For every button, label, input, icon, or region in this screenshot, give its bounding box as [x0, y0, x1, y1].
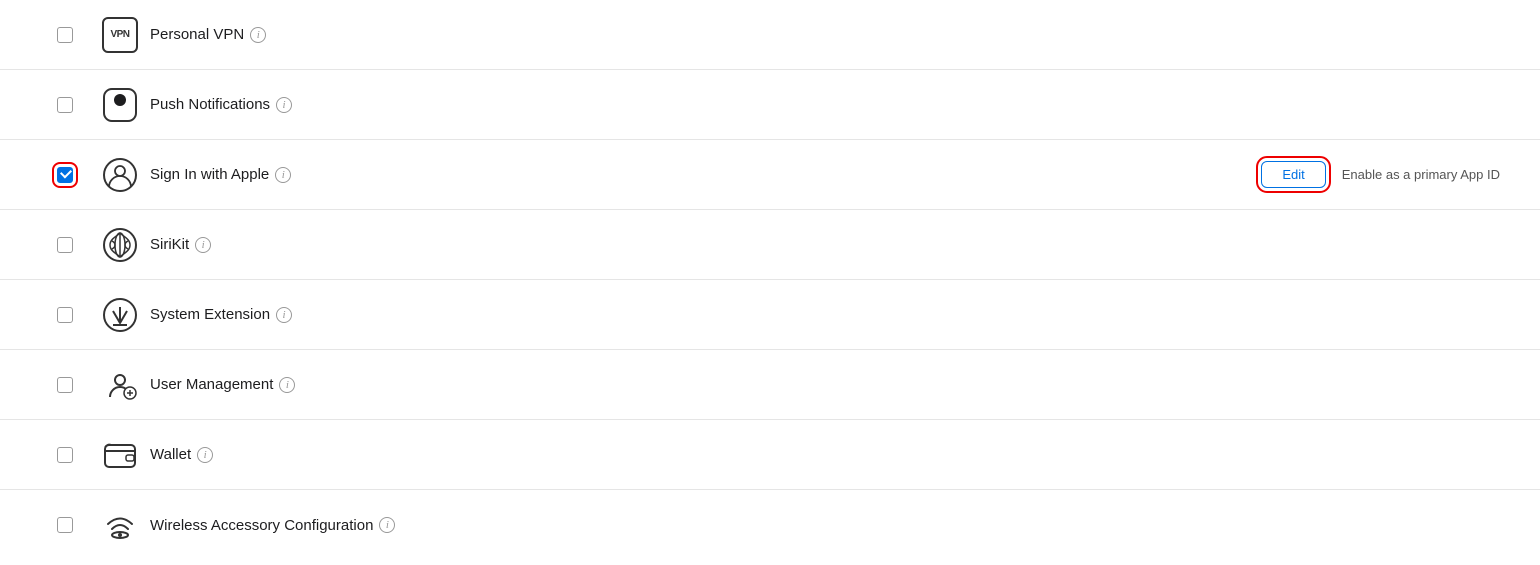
checkbox-system-extension[interactable]: [57, 307, 73, 323]
sirikit-icon: [102, 227, 138, 263]
info-icon-wallet[interactable]: i: [197, 447, 213, 463]
checkbox-cell-wallet: [40, 447, 90, 463]
system-extension-icon: [102, 297, 138, 333]
edit-button-sign-in-apple[interactable]: Edit: [1261, 161, 1325, 188]
info-icon-user-management[interactable]: i: [279, 377, 295, 393]
checkbox-push-notifications[interactable]: [57, 97, 73, 113]
wallet-icon: [102, 437, 138, 473]
icon-cell-wallet: [90, 437, 150, 473]
capability-row-sign-in-apple: Sign In with Apple i Edit Enable as a pr…: [0, 140, 1540, 210]
capability-label-wireless-accessory: Wireless Accessory Configuration: [150, 517, 373, 534]
label-cell-personal-vpn: Personal VPN i: [150, 26, 1500, 43]
capability-label-wallet: Wallet: [150, 446, 191, 463]
checkbox-wallet[interactable]: [57, 447, 73, 463]
icon-cell-sign-in-apple: [90, 157, 150, 193]
capability-row-push-notifications: Push Notifications i: [0, 70, 1540, 140]
checkbox-cell-sirikit: [40, 237, 90, 253]
checkbox-cell-system-extension: [40, 307, 90, 323]
label-cell-user-management: User Management i: [150, 376, 1500, 393]
capability-row-user-management: User Management i: [0, 350, 1540, 420]
icon-cell-sirikit: [90, 227, 150, 263]
info-icon-system-extension[interactable]: i: [276, 307, 292, 323]
capability-label-sign-in-apple: Sign In with Apple: [150, 166, 269, 183]
label-cell-sign-in-apple: Sign In with Apple i: [150, 166, 1261, 183]
icon-cell-personal-vpn: VPN: [90, 17, 150, 53]
checkbox-cell-user-management: [40, 377, 90, 393]
checkbox-cell-push-notifications: [40, 97, 90, 113]
label-cell-system-extension: System Extension i: [150, 306, 1500, 323]
icon-cell-system-extension: [90, 297, 150, 333]
checkbox-cell-wireless-accessory: [40, 517, 90, 533]
capability-list: VPN Personal VPN i Push Notifications i: [0, 0, 1540, 560]
vpn-icon: VPN: [102, 17, 138, 53]
checkbox-user-management[interactable]: [57, 377, 73, 393]
capability-row-wireless-accessory: Wireless Accessory Configuration i: [0, 490, 1540, 560]
capability-row-system-extension: System Extension i: [0, 280, 1540, 350]
capability-row-sirikit: SiriKit i: [0, 210, 1540, 280]
info-icon-push-notifications[interactable]: i: [276, 97, 292, 113]
checkbox-cell-personal-vpn: [40, 27, 90, 43]
icon-cell-user-management: [90, 367, 150, 403]
capability-label-sirikit: SiriKit: [150, 236, 189, 253]
checkbox-wireless-accessory[interactable]: [57, 517, 73, 533]
icon-cell-push-notifications: [90, 87, 150, 123]
info-icon-sign-in-apple[interactable]: i: [275, 167, 291, 183]
info-icon-wireless-accessory[interactable]: i: [379, 517, 395, 533]
capability-label-push-notifications: Push Notifications: [150, 96, 270, 113]
checkbox-cell-sign-in-apple: [40, 167, 90, 183]
push-notifications-icon: [102, 87, 138, 123]
capability-label-personal-vpn: Personal VPN: [150, 26, 244, 43]
action-cell-sign-in-apple: Edit Enable as a primary App ID: [1261, 161, 1500, 188]
user-management-icon: [102, 367, 138, 403]
note-sign-in-apple: Enable as a primary App ID: [1342, 167, 1500, 182]
label-cell-sirikit: SiriKit i: [150, 236, 1500, 253]
checkbox-personal-vpn[interactable]: [57, 27, 73, 43]
wireless-accessory-icon: [102, 507, 138, 543]
label-cell-wireless-accessory: Wireless Accessory Configuration i: [150, 517, 1500, 534]
label-cell-wallet: Wallet i: [150, 446, 1500, 463]
capability-label-system-extension: System Extension: [150, 306, 270, 323]
label-cell-push-notifications: Push Notifications i: [150, 96, 1500, 113]
icon-cell-wireless-accessory: [90, 507, 150, 543]
capability-row-wallet: Wallet i: [0, 420, 1540, 490]
capability-row-personal-vpn: VPN Personal VPN i: [0, 0, 1540, 70]
checkbox-sirikit[interactable]: [57, 237, 73, 253]
info-icon-personal-vpn[interactable]: i: [250, 27, 266, 43]
capability-label-user-management: User Management: [150, 376, 273, 393]
sign-in-apple-icon: [102, 157, 138, 193]
checkbox-sign-in-apple[interactable]: [57, 167, 73, 183]
info-icon-sirikit[interactable]: i: [195, 237, 211, 253]
